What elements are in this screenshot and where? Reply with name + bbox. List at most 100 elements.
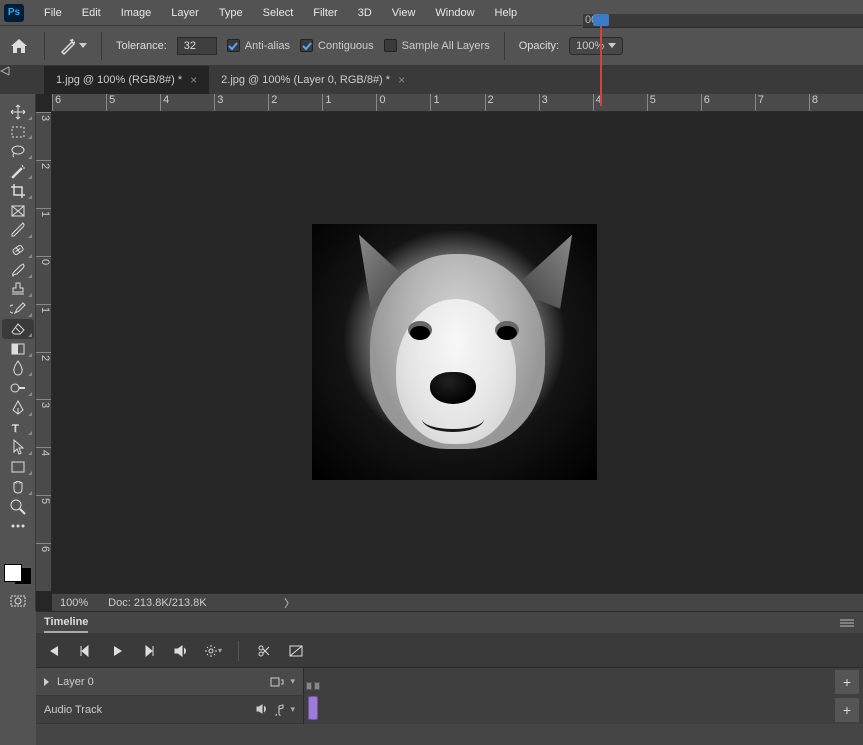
panel-menu-icon[interactable] [839,618,855,628]
canvas-area[interactable]: 654321012345678 3210123456 100% Doc: 213… [36,94,863,611]
menu-view[interactable]: View [382,7,426,19]
menu-file[interactable]: File [34,7,72,19]
opacity-label: Opacity: [519,40,559,52]
work-area-markers[interactable] [306,682,330,692]
opacity-select[interactable]: 100% [569,37,623,55]
foreground-color[interactable] [4,564,22,582]
contiguous-checkbox[interactable]: Contiguous [300,39,374,52]
track-name: Layer 0 [57,676,94,688]
status-bar: 100% Doc: 213.8K/213.8K 〉 [52,593,863,611]
prev-frame-icon[interactable] [76,642,94,660]
crop-tool[interactable] [2,181,34,201]
tab-label: 1.jpg @ 100% (RGB/8#) * [56,74,182,86]
tab-document-1[interactable]: 1.jpg @ 100% (RGB/8#) * × [44,66,209,94]
playhead[interactable] [593,14,609,26]
play-icon[interactable] [108,642,126,660]
add-media-button[interactable]: + [835,670,859,694]
tolerance-label: Tolerance: [116,40,167,52]
speaker-icon[interactable] [256,704,268,716]
antialias-label: Anti-alias [245,40,290,52]
timeline-title[interactable]: Timeline [44,616,88,633]
blur-tool[interactable] [2,359,34,379]
history-brush-tool[interactable] [2,299,34,319]
ruler-vertical[interactable]: 3210123456 [36,112,52,591]
timeline-panel: Timeline ▾ 00 Layer 0 ▾ [36,611,863,745]
menu-filter[interactable]: Filter [303,7,347,19]
brush-tool[interactable] [2,260,34,280]
track-name: Audio Track [44,704,102,716]
split-icon[interactable] [255,642,273,660]
move-tool[interactable] [2,102,34,122]
next-frame-icon[interactable] [140,642,158,660]
quick-mask-icon[interactable] [2,591,34,611]
magic-wand-tool[interactable] [2,161,34,181]
sample-all-checkbox[interactable]: Sample All Layers [384,39,490,52]
contiguous-label: Contiguous [318,40,374,52]
workspace: T 654321012345678 3210123456 [0,94,863,611]
music-note-icon[interactable] [274,704,284,716]
rectangle-tool[interactable] [2,457,34,477]
pen-tool[interactable] [2,398,34,418]
add-audio-button[interactable]: + [835,698,859,722]
timeline-track-lane[interactable]: + + [304,668,863,724]
menu-window[interactable]: Window [425,7,484,19]
svg-text:T: T [12,423,19,435]
menu-image[interactable]: Image [111,7,162,19]
divider [101,32,102,60]
sample-all-label: Sample All Layers [402,40,490,52]
transition-icon[interactable] [287,642,305,660]
document-tabs: 1.jpg @ 100% (RGB/8#) * × 2.jpg @ 100% (… [0,66,863,94]
track-row-video[interactable]: Layer 0 ▾ [36,668,303,696]
more-tools[interactable] [2,516,34,536]
antialias-checkbox[interactable]: Anti-alias [227,39,290,52]
tab-label: 2.jpg @ 100% (Layer 0, RGB/8#) * [221,74,390,86]
canvas-image[interactable] [312,224,597,480]
close-icon[interactable]: × [190,73,197,87]
video-clip[interactable] [308,696,318,720]
menu-type[interactable]: Type [209,7,253,19]
panel-collapse-icon[interactable] [0,66,10,76]
eraser-tool[interactable] [2,319,34,339]
doc-size[interactable]: Doc: 213.8K/213.8K [108,597,206,609]
marquee-tool[interactable] [2,122,34,142]
go-to-first-frame-icon[interactable] [44,642,62,660]
menu-layer[interactable]: Layer [161,7,209,19]
hand-tool[interactable] [2,477,34,497]
edit-toolbar[interactable] [2,536,34,556]
magic-wand-tool-icon[interactable] [59,37,87,55]
chevron-down-icon [79,43,87,48]
frame-tool[interactable] [2,201,34,221]
close-icon[interactable]: × [398,73,405,87]
dodge-tool[interactable] [2,378,34,398]
menu-select[interactable]: Select [253,7,304,19]
divider [44,32,45,60]
type-path-tool[interactable]: T [2,418,34,438]
tool-panel: T [0,94,36,611]
home-icon[interactable] [8,35,30,57]
gradient-tool[interactable] [2,339,34,359]
path-select-tool[interactable] [2,437,34,457]
zoom-level[interactable]: 100% [60,597,88,609]
stamp-tool[interactable] [2,280,34,300]
menu-3d[interactable]: 3D [348,7,382,19]
status-flyout-icon[interactable]: 〉 [284,595,295,611]
timeline-tracks: Layer 0 ▾ Audio Track ▾ + + [36,668,863,724]
tolerance-input[interactable] [177,37,217,55]
settings-icon[interactable]: ▾ [204,642,222,660]
menu-help[interactable]: Help [485,7,528,19]
mute-icon[interactable] [172,642,190,660]
tab-document-2[interactable]: 2.jpg @ 100% (Layer 0, RGB/8#) * × [209,66,417,94]
chevron-right-icon[interactable] [44,678,49,686]
lasso-tool[interactable] [2,141,34,161]
ruler-horizontal[interactable]: 654321012345678 [52,94,863,112]
menu-edit[interactable]: Edit [72,7,111,19]
color-swatches[interactable] [4,564,32,585]
timeline-ruler[interactable]: 00 [583,14,863,28]
zoom-tool[interactable] [2,497,34,517]
app-icon[interactable]: Ps [4,4,24,22]
eyedropper-tool[interactable] [2,220,34,240]
healing-tool[interactable] [2,240,34,260]
track-options-icon[interactable] [270,676,284,688]
track-row-audio[interactable]: Audio Track ▾ [36,696,303,724]
divider [504,32,505,60]
